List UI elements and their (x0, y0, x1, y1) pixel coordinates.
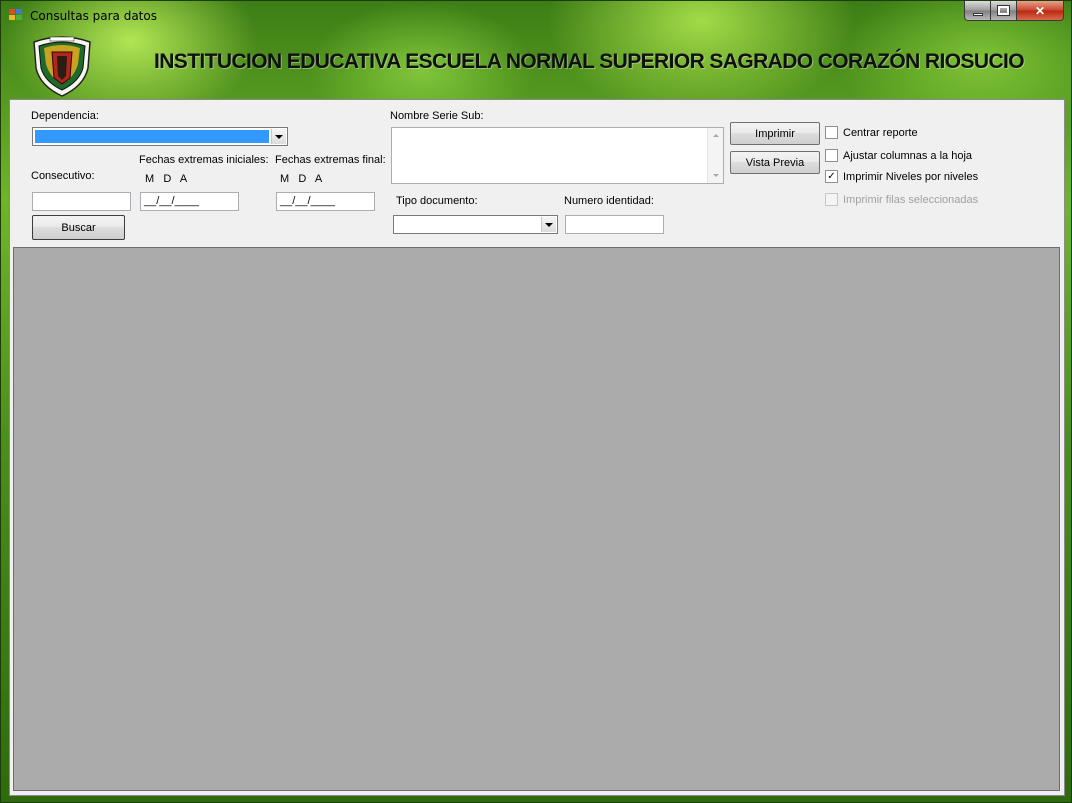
tipo-documento-selected-value (394, 216, 557, 220)
dependencia-label: Dependencia: (31, 110, 99, 122)
scroll-down-icon[interactable] (713, 174, 719, 177)
ajustar-columnas-label: Ajustar columnas a la hoja (843, 149, 973, 162)
close-icon: ✕ (1034, 3, 1046, 18)
dependencia-dropdown[interactable] (32, 127, 288, 146)
school-title: INSTITUCION EDUCATIVA ESCUELA NORMAL SUP… (154, 50, 1025, 73)
scroll-up-icon[interactable] (713, 134, 719, 137)
vertical-scrollbar[interactable] (707, 128, 723, 183)
nombre-serie-label: Nombre Serie Sub: (390, 110, 484, 122)
imprimir-niveles-label: Imprimir Niveles por niveles (843, 170, 979, 183)
imprimir-filas-label: Imprimir filas seleccionadas (843, 193, 979, 206)
minimize-icon (972, 13, 983, 16)
school-crest-icon (33, 36, 91, 97)
vista-previa-button[interactable]: Vista Previa (730, 151, 820, 174)
centrar-reporte-checkbox[interactable]: Centrar reporte (825, 126, 918, 139)
fechas-iniciales-label: Fechas extremas iniciales: (139, 154, 269, 166)
checkbox-box[interactable] (825, 126, 838, 139)
app-icon (9, 9, 23, 21)
nombre-serie-value (392, 128, 723, 132)
title-bar[interactable]: Consultas para datos ✕ (1, 1, 1071, 31)
fechas-finales-label: Fechas extremas final: (275, 154, 386, 166)
imprimir-niveles-checkbox[interactable]: ✓ Imprimir Niveles por niveles (825, 170, 978, 183)
fecha-inicial-input[interactable]: __/__/____ (140, 192, 239, 211)
imprimir-button[interactable]: Imprimir (730, 122, 820, 145)
imprimir-filas-checkbox: Imprimir filas seleccionadas (825, 193, 978, 206)
nombre-serie-textarea[interactable] (391, 127, 724, 184)
chevron-down-icon[interactable] (541, 217, 556, 232)
consecutivo-input[interactable] (32, 192, 131, 211)
fecha-inicial-mda-label: M D A (145, 173, 188, 185)
query-panel: Dependencia: Fechas extremas iniciales: … (9, 99, 1065, 796)
window-title: Consultas para datos (30, 9, 157, 23)
ajustar-columnas-checkbox[interactable]: Ajustar columnas a la hoja (825, 149, 972, 162)
tipo-documento-label: Tipo documento: (396, 195, 478, 207)
checkmark-icon[interactable]: ✓ (825, 170, 838, 183)
fecha-final-mda-label: M D A (280, 173, 323, 185)
buscar-button[interactable]: Buscar (32, 215, 125, 240)
chevron-down-icon[interactable] (271, 129, 286, 144)
numero-identidad-label: Numero identidad: (564, 195, 654, 207)
close-button[interactable]: ✕ (1016, 1, 1064, 21)
fecha-final-input[interactable]: __/__/____ (276, 192, 375, 211)
tipo-documento-dropdown[interactable] (393, 215, 558, 234)
minimize-button[interactable] (964, 1, 991, 21)
checkbox-box (825, 193, 838, 206)
maximize-icon (997, 5, 1010, 16)
application-window: Consultas para datos ✕ INSTITUCION EDUCA… (0, 0, 1072, 803)
numero-identidad-input[interactable] (565, 215, 664, 234)
results-data-grid[interactable] (13, 247, 1060, 791)
dependencia-selected-value (35, 130, 269, 143)
consecutivo-label: Consecutivo: (31, 170, 95, 182)
checkbox-box[interactable] (825, 149, 838, 162)
maximize-button[interactable] (990, 1, 1017, 21)
centrar-reporte-label: Centrar reporte (843, 126, 918, 139)
